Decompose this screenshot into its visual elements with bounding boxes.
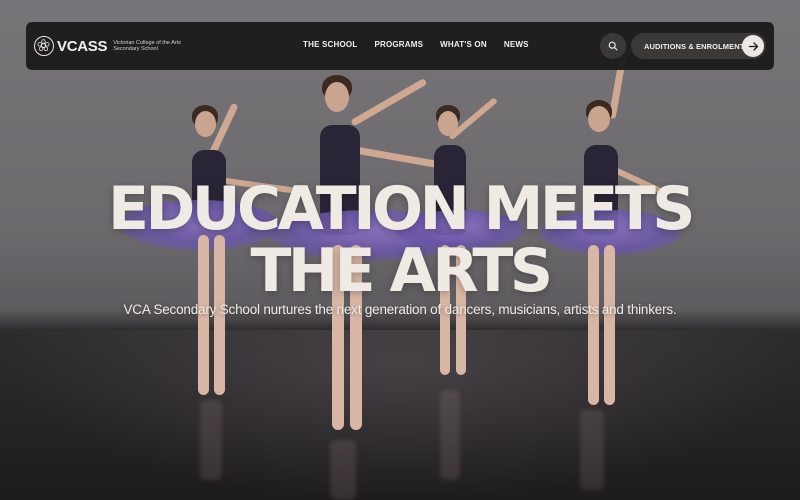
logo[interactable]: VCASS Victorian College of the Arts Seco…	[34, 36, 183, 56]
hero-headline: EDUCATION MEETS THE ARTS	[107, 174, 696, 306]
search-button[interactable]	[600, 33, 626, 59]
nav-link-news[interactable]: NEWS	[504, 40, 529, 49]
nav-link-programs[interactable]: PROGRAMS	[374, 40, 423, 49]
cta-label: AUDITIONS & ENROLMENT	[644, 42, 745, 51]
search-icon	[608, 41, 618, 51]
brand-name: VCASS	[57, 37, 108, 55]
brand-subtitle: Victorian College of the Arts Secondary …	[113, 39, 181, 53]
nav-links: THE SCHOOL PROGRAMS WHAT'S ON NEWS	[303, 40, 546, 49]
rose-emblem-icon	[34, 36, 54, 56]
nav-link-the-school[interactable]: THE SCHOOL	[303, 40, 357, 49]
top-nav: VCASS Victorian College of the Arts Seco…	[26, 22, 774, 70]
nav-link-whats-on[interactable]: WHAT'S ON	[440, 40, 487, 49]
auditions-enrolment-button[interactable]: AUDITIONS & ENROLMENT	[631, 33, 766, 59]
hero-subheading: VCA Secondary School nurtures the next g…	[123, 302, 677, 317]
arrow-right-icon	[742, 35, 764, 57]
